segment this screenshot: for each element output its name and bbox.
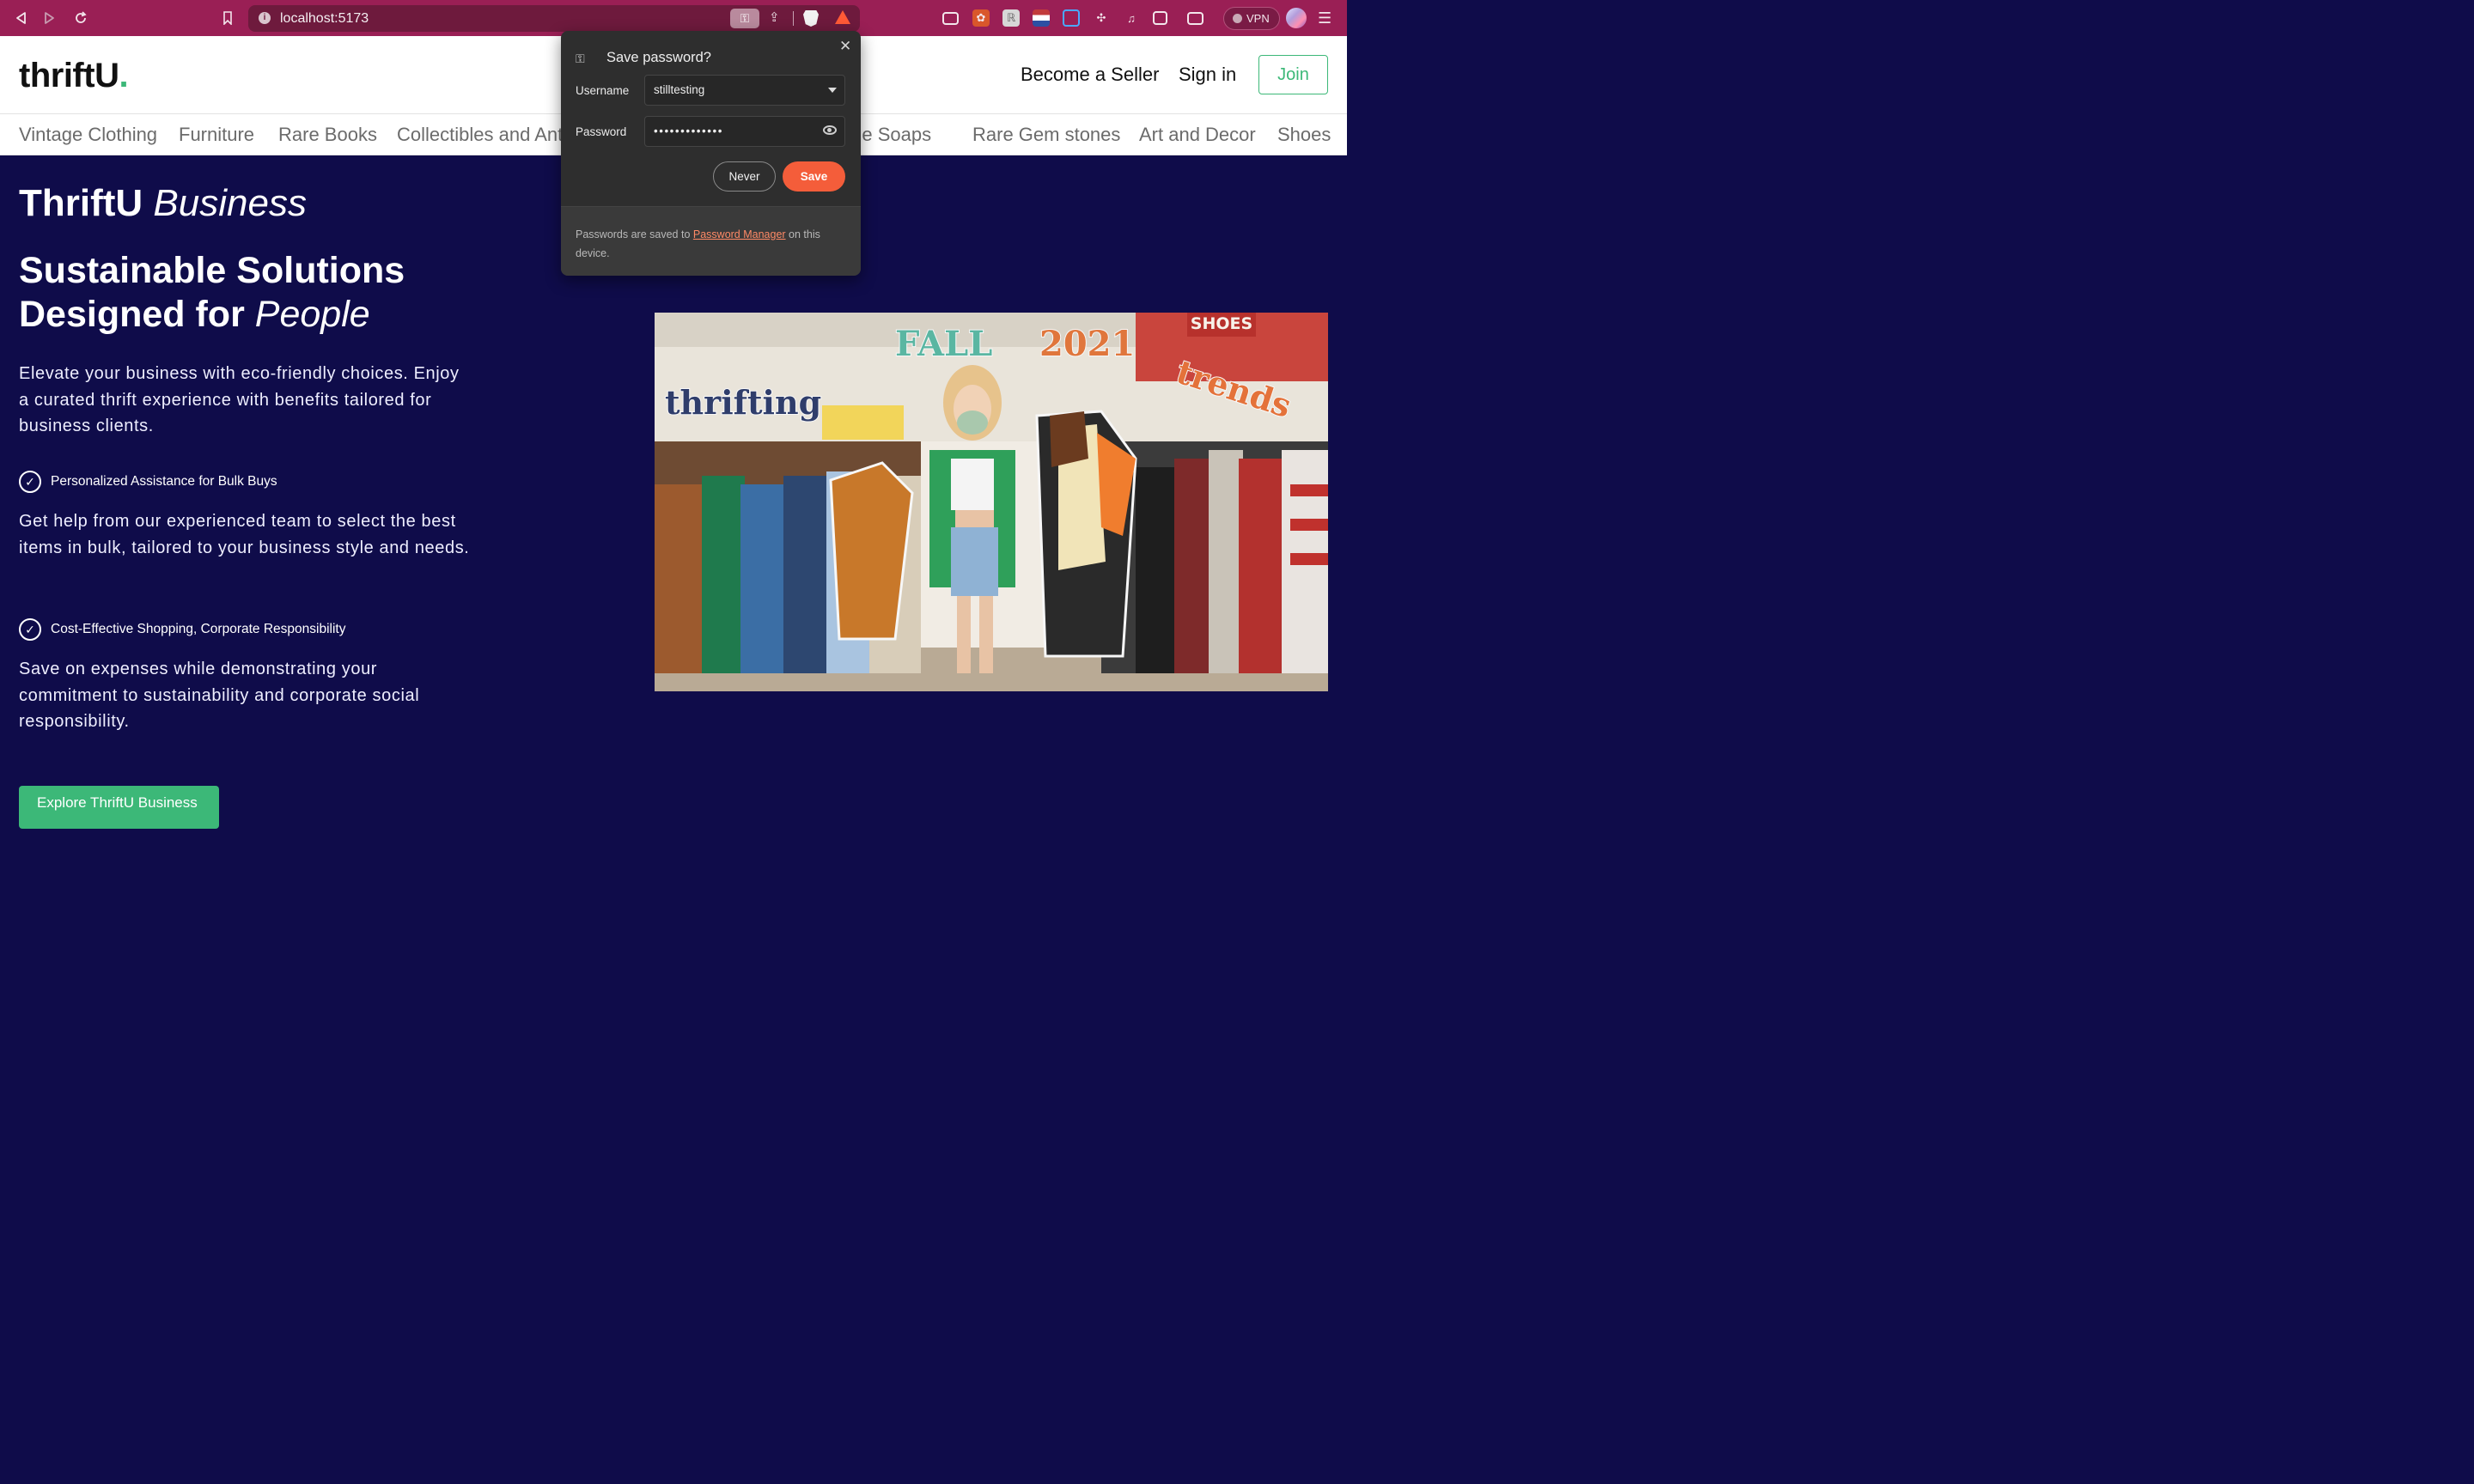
- username-select[interactable]: stilltesting: [644, 75, 845, 106]
- vpn-status-icon: [1233, 14, 1242, 23]
- password-value: •••••••••••••: [654, 125, 723, 137]
- sidebar-toggle-icon[interactable]: [1153, 11, 1167, 25]
- overlay-word-fall: FALL: [895, 324, 992, 364]
- become-seller-link[interactable]: Become a Seller: [1021, 64, 1159, 86]
- username-value: stilltesting: [654, 83, 705, 96]
- feature-title: Cost-Effective Shopping, Corporate Respo…: [51, 622, 346, 636]
- save-button[interactable]: Save: [783, 161, 845, 192]
- site-info-icon[interactable]: i: [259, 12, 271, 24]
- brave-rewards-icon[interactable]: [835, 10, 850, 24]
- screenshot-extension-icon[interactable]: [1063, 9, 1080, 27]
- overlay-word-thrifting: thrifting: [665, 383, 821, 422]
- share-icon[interactable]: ⇪: [769, 9, 780, 25]
- reload-icon[interactable]: [72, 9, 89, 27]
- footer-text: Passwords are saved to Password Manager …: [576, 228, 820, 259]
- category-shoes[interactable]: Shoes: [1277, 124, 1331, 146]
- bookmark-icon[interactable]: [219, 9, 236, 27]
- shoes-sign-text: SHOES: [1191, 314, 1252, 333]
- dialog-title: Save password?: [606, 50, 711, 65]
- category-vintage-clothing[interactable]: Vintage Clothing: [19, 124, 157, 146]
- explore-business-button[interactable]: Explore ThriftU Business: [19, 786, 219, 829]
- hero-headline: Sustainable Solutions Designed for Peopl…: [19, 250, 405, 335]
- menu-icon[interactable]: ☰: [1318, 9, 1331, 27]
- check-circle-icon: ✓: [19, 471, 41, 493]
- close-icon[interactable]: ✕: [839, 38, 851, 55]
- category-rare-gem-stones[interactable]: Rare Gem stones: [972, 124, 1120, 146]
- business-title: ThriftU Business: [19, 182, 307, 224]
- vpn-button[interactable]: VPN: [1223, 7, 1280, 30]
- svg-text:thrifting: thrifting: [665, 383, 821, 422]
- vpn-label: VPN: [1246, 12, 1270, 25]
- sign-in-link[interactable]: Sign in: [1179, 64, 1236, 86]
- chevron-down-icon: [828, 88, 837, 93]
- extension-icon-1[interactable]: ✿: [972, 9, 990, 27]
- password-label: Password: [576, 125, 627, 138]
- category-furniture[interactable]: Furniture: [179, 124, 254, 146]
- brave-shields-icon[interactable]: [803, 10, 819, 27]
- password-key-icon[interactable]: ⚿: [730, 9, 759, 28]
- dialog-footer: Passwords are saved to Password Manager …: [561, 206, 861, 276]
- password-field[interactable]: •••••••••••••: [644, 116, 845, 147]
- media-controls-icon[interactable]: ♫: [1123, 9, 1140, 27]
- extensions-puzzle-icon[interactable]: ✣: [1093, 9, 1110, 27]
- show-password-eye-icon[interactable]: [823, 125, 837, 135]
- feature-description: Get help from our experienced team to se…: [19, 512, 470, 557]
- address-bar[interactable]: i localhost:5173 ⚿ ⇪: [248, 5, 860, 32]
- hero-intro: Elevate your business with eco-friendly …: [19, 364, 460, 435]
- category-art-decor[interactable]: Art and Decor: [1139, 124, 1256, 146]
- back-icon[interactable]: [12, 9, 29, 27]
- category-rare-books[interactable]: Rare Books: [278, 124, 377, 146]
- address-bar-divider: [793, 11, 794, 26]
- feature-description: Save on expenses while demonstrating you…: [19, 660, 420, 731]
- save-password-dialog: ✕ ⚿ Save password? Username stilltesting…: [561, 31, 861, 276]
- feature-title: Personalized Assistance for Bulk Buys: [51, 474, 277, 489]
- flag-extension-icon[interactable]: [1033, 9, 1050, 27]
- extension-icon-2[interactable]: ℝ: [1002, 9, 1020, 27]
- username-label: Username: [576, 84, 630, 97]
- thrifting-trends-photo: SHOES thrifting FALL 2021 trends: [655, 313, 1328, 691]
- url-text[interactable]: localhost:5173: [280, 11, 369, 27]
- feature-item: ✓ Cost-Effective Shopping, Corporate Res…: [19, 618, 345, 641]
- forward-icon[interactable]: [41, 9, 58, 27]
- join-button[interactable]: Join: [1258, 55, 1328, 94]
- key-icon: ⚿: [576, 52, 585, 65]
- feature-item: ✓ Personalized Assistance for Bulk Buys: [19, 471, 277, 493]
- overlay-word-year: 2021: [1039, 324, 1135, 364]
- never-button[interactable]: Never: [713, 161, 776, 192]
- wallet-icon[interactable]: [1187, 12, 1203, 25]
- profile-avatar[interactable]: [1286, 8, 1307, 28]
- check-circle-icon: ✓: [19, 618, 41, 641]
- picture-in-picture-icon[interactable]: [942, 12, 959, 25]
- password-manager-link[interactable]: Password Manager: [693, 228, 786, 240]
- site-logo[interactable]: thriftU.: [19, 57, 129, 95]
